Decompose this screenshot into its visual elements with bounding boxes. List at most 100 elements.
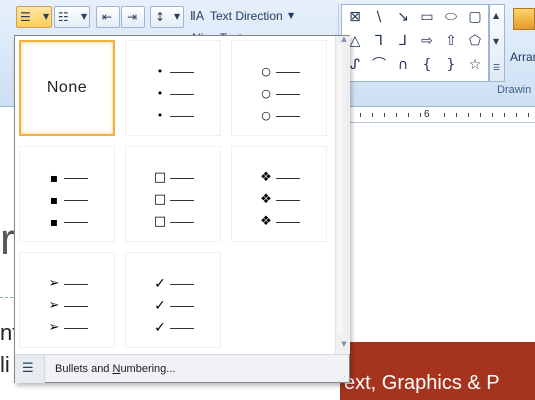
text-line-placeholder xyxy=(276,116,300,117)
small-dot-bullet-icon: • xyxy=(156,109,164,122)
picture-shape-icon[interactable]: ⊠ xyxy=(346,9,364,25)
bullet-option[interactable]: ○ ○ ○ xyxy=(231,40,327,136)
checkmark-bullet-icon: ✓ xyxy=(154,298,166,314)
filled-square-bullet-icon: ▪ xyxy=(49,193,59,207)
hollow-circle-bullet-icon: ○ xyxy=(261,109,271,122)
chevron-down-icon[interactable]: ▼ xyxy=(81,7,87,27)
drawing-group-label: Drawin xyxy=(497,84,532,96)
arc-shape-icon[interactable]: ∩ xyxy=(394,57,412,73)
text-line-placeholder xyxy=(276,222,300,223)
diamond-cluster-bullet-icon: ❖ xyxy=(260,214,272,229)
flowchart-shape-icon[interactable]: ⬠ xyxy=(466,33,484,49)
shapes-gallery[interactable]: ⊠ \ ↘ ▭ ⬭ ▢ △ ⅂ ⅃ ⇨ ⇧ ⬠ ᔑ ⌒ ∩ { } ☆ xyxy=(341,4,489,82)
bullet-option[interactable]: ❖ ❖ ❖ xyxy=(231,146,327,242)
none-label: None xyxy=(46,79,88,96)
text-line-placeholder xyxy=(170,222,194,223)
bullet-option[interactable]: ✓ ✓ ✓ xyxy=(125,252,221,348)
arrow-bullet-icon: ➢ xyxy=(48,298,60,313)
bullet-option[interactable]: ▪ ▪ ▪ xyxy=(19,146,115,242)
bullets-button[interactable]: ☰ ▼ xyxy=(16,6,52,28)
text-line-placeholder xyxy=(170,72,194,73)
curve-shape-icon[interactable]: ⌒ xyxy=(370,57,388,73)
hollow-square-bullet-icon: □ xyxy=(153,192,167,207)
slide-body-text-2: li xyxy=(0,352,10,377)
chevron-down-icon[interactable]: ▼ xyxy=(288,6,294,26)
bullets-and-numbering-label[interactable]: Bullets and Numbering... xyxy=(55,363,175,375)
checkmark-bullet-icon: ✓ xyxy=(154,276,166,292)
small-dot-bullet-icon: • xyxy=(156,65,164,78)
arrange-label[interactable]: Arran xyxy=(510,50,535,64)
text-line-placeholder xyxy=(64,178,88,179)
hollow-circle-bullet-icon: ○ xyxy=(261,65,271,78)
chevron-up-icon[interactable]: ▲ xyxy=(493,11,499,20)
more-icon[interactable]: ☰ xyxy=(493,63,500,72)
text-line-placeholder xyxy=(170,178,194,179)
text-line-placeholder xyxy=(276,94,300,95)
footer-icon-box: ☰ xyxy=(15,355,45,383)
text-line-placeholder xyxy=(170,94,194,95)
hollow-square-bullet-icon: □ xyxy=(153,170,167,185)
scroll-down-icon[interactable]: ▼ xyxy=(339,340,349,348)
scroll-thumb[interactable] xyxy=(338,44,349,334)
arrow-bullet-icon: ➢ xyxy=(48,320,60,335)
rectangle-shape-icon[interactable]: ▭ xyxy=(418,9,436,25)
right-arrow-shape-icon[interactable]: ⇨ xyxy=(418,33,436,49)
chevron-down-icon[interactable]: ▼ xyxy=(43,7,49,27)
bulleted-list-icon: ☰ xyxy=(20,10,31,24)
bulleted-list-icon: ☰ xyxy=(22,361,34,376)
arrange-icon[interactable] xyxy=(513,8,535,30)
numbered-list-icon: ☷ xyxy=(58,10,69,24)
filled-square-bullet-icon: ▪ xyxy=(49,215,59,229)
small-dot-bullet-icon: • xyxy=(156,87,164,100)
hollow-square-bullet-icon: □ xyxy=(153,214,167,229)
slide-title-partial: r xyxy=(0,215,15,264)
text-line-placeholder xyxy=(276,72,300,73)
gallery-scrollbar[interactable]: ▲ ▼ xyxy=(335,35,350,354)
slide-banner: ext, Graphics & P xyxy=(340,342,535,400)
left-brace-shape-icon[interactable]: { xyxy=(418,57,436,73)
line-spacing-button[interactable]: ↕ ▼ xyxy=(150,6,184,28)
numbering-button[interactable]: ☷ ▼ xyxy=(54,6,90,28)
bullet-option[interactable]: • • • xyxy=(125,40,221,136)
filled-square-bullet-icon: ▪ xyxy=(49,171,59,185)
text-line-placeholder xyxy=(64,284,88,285)
scroll-up-icon[interactable]: ▲ xyxy=(339,35,349,43)
arrow-bullet-icon: ➢ xyxy=(48,276,60,291)
line-shape-icon[interactable]: \ xyxy=(370,9,388,25)
bullets-and-numbering-item[interactable]: ☰ Bullets and Numbering... ⋰ xyxy=(15,354,349,383)
text-line-placeholder xyxy=(64,222,88,223)
star-shape-icon[interactable]: ☆ xyxy=(466,57,484,73)
right-brace-shape-icon[interactable]: } xyxy=(442,57,460,73)
horizontal-ruler[interactable]: 6 xyxy=(350,108,535,123)
diamond-cluster-bullet-icon: ❖ xyxy=(260,192,272,207)
text-line-placeholder xyxy=(170,116,194,117)
oval-shape-icon[interactable]: ⬭ xyxy=(442,9,460,25)
bullet-option[interactable]: ➢ ➢ ➢ xyxy=(19,252,115,348)
bullets-dropdown: None • • • ○ ○ ○ ▪ ▪ ▪ □ □ □ ❖ ❖ ❖ ➢ ➢ ➢ ✓ ✓ ✓ ▲ ▼ ☰ Bullets … xyxy=(14,35,350,383)
banner-text: ext, Graphics & P xyxy=(344,372,500,394)
bullet-option-none[interactable]: None xyxy=(19,40,115,136)
chevron-down-icon[interactable]: ▼ xyxy=(174,7,180,27)
shapes-gallery-scroll[interactable]: ▲ ▼ ☰ xyxy=(489,4,505,82)
elbow-arrow-shape-icon[interactable]: ⅃ xyxy=(394,33,412,49)
line-spacing-icon: ↕ xyxy=(155,10,166,24)
text-line-placeholder xyxy=(170,328,194,329)
rounded-rect-shape-icon[interactable]: ▢ xyxy=(466,9,484,25)
elbow-connector-shape-icon[interactable]: ⅂ xyxy=(370,33,388,49)
text-line-placeholder xyxy=(276,178,300,179)
chevron-down-icon[interactable]: ▼ xyxy=(493,37,499,46)
hollow-circle-bullet-icon: ○ xyxy=(261,87,271,100)
decrease-indent-button[interactable]: ⇤ xyxy=(96,6,120,28)
arrow-line-shape-icon[interactable]: ↘ xyxy=(394,9,412,25)
text-line-placeholder xyxy=(170,200,194,201)
text-line-placeholder xyxy=(64,200,88,201)
ruler-number: 6 xyxy=(424,109,430,120)
resize-grip-icon[interactable]: ⋰ xyxy=(339,375,346,383)
checkmark-bullet-icon: ✓ xyxy=(154,320,166,336)
decrease-indent-icon: ⇤ xyxy=(102,10,113,24)
increase-indent-button[interactable]: ⇥ xyxy=(121,6,145,28)
text-line-placeholder xyxy=(276,200,300,201)
up-arrow-shape-icon[interactable]: ⇧ xyxy=(442,33,460,49)
bullet-option[interactable]: □ □ □ xyxy=(125,146,221,242)
text-direction-icon: ⅡA xyxy=(190,9,205,23)
